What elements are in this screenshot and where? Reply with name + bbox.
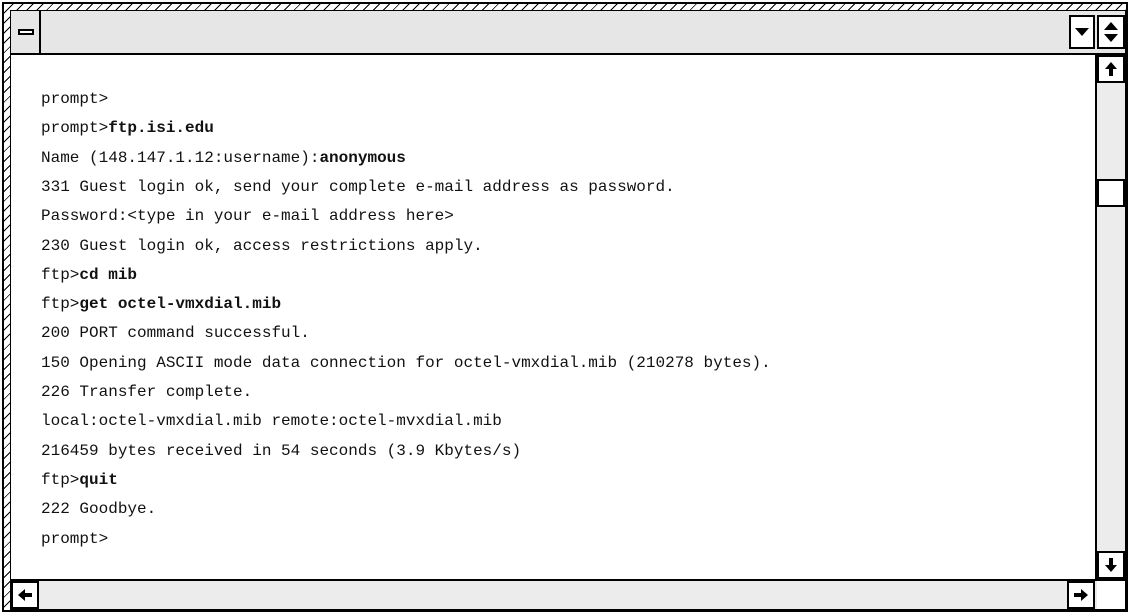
terminal-line: 216459 bytes received in 54 seconds (3.9… (41, 441, 521, 461)
terminal-line: 331 Guest login ok, send your complete e… (41, 177, 675, 197)
terminal-line: 230 Guest login ok, access restrictions … (41, 236, 483, 256)
terminal-line: prompt> (41, 89, 108, 109)
terminal-line: 222 Goodbye. (41, 499, 156, 519)
window-body: prompt> prompt>ftp.isi.edu Name (148.147.1… (10, 10, 1126, 610)
system-menu-button[interactable] (11, 11, 41, 53)
terminal-line: prompt>ftp.isi.edu (41, 118, 214, 138)
line-command-text: cd mib (79, 265, 138, 284)
line-output-text: ftp> (41, 265, 80, 284)
vertical-scroll-thumb[interactable] (1097, 179, 1125, 207)
line-output-text: 200 PORT command successful. (41, 324, 310, 343)
vertical-scrollbar[interactable] (1097, 55, 1125, 579)
minimize-icon (1075, 28, 1089, 36)
line-output-text: 222 Goodbye. (41, 500, 157, 519)
line-output-text: Password:<type in your e-mail address he… (41, 207, 454, 226)
line-command-text: get octel-vmxdial.mib (79, 295, 282, 314)
terminal-line: 226 Transfer complete. (41, 382, 252, 402)
horizontal-scrollbar[interactable] (11, 579, 1097, 609)
terminal-line: prompt> (41, 529, 108, 549)
maximize-icon (1104, 22, 1118, 42)
size-box (1097, 579, 1125, 609)
line-output-text: local:octel-vmxdial.mib remote:octel-mvx… (41, 412, 502, 431)
system-menu-icon (18, 29, 34, 35)
arrow-down-icon (1105, 558, 1117, 572)
terminal-line: Password:<type in your e-mail address he… (41, 206, 454, 226)
line-output-text: prompt> (41, 90, 109, 108)
line-output-text: ftp> (41, 295, 80, 314)
arrow-up-icon (1105, 62, 1117, 76)
line-output-text: 150 Opening ASCII mode data connection f… (41, 353, 771, 372)
terminal-line: ftp>cd mib (41, 265, 137, 285)
line-output-text: Name (148.147.1.12:username): (41, 148, 320, 167)
scroll-left-button[interactable] (11, 581, 39, 609)
scroll-right-button[interactable] (1067, 581, 1095, 609)
line-output-text: 226 Transfer complete. (41, 383, 253, 401)
line-output-text: 230 Guest login ok, access restrictions … (41, 236, 483, 255)
terminal-line: 200 PORT command successful. (41, 323, 310, 343)
line-command-text: anonymous (319, 148, 406, 167)
line-output-text: prompt> (41, 119, 109, 138)
line-output-text: prompt> (41, 529, 109, 548)
scroll-down-button[interactable] (1097, 551, 1125, 579)
terminal-line: Name (148.147.1.12:username):anonymous (41, 148, 406, 168)
terminal-line: ftp>quit (41, 470, 118, 490)
terminal-line: local:octel-vmxdial.mib remote:octel-mvx… (41, 411, 502, 431)
minimize-button[interactable] (1069, 15, 1095, 49)
line-output-text: ftp> (41, 470, 80, 489)
title-bar[interactable] (11, 11, 1125, 55)
line-command-text: ftp.isi.edu (108, 119, 214, 138)
terminal-window: prompt> prompt>ftp.isi.edu Name (148.147.1… (0, 0, 1130, 612)
line-output-text: 331 Guest login ok, send your complete e… (41, 177, 675, 196)
line-output-text: 216459 bytes received in 54 seconds (3.9… (41, 441, 522, 460)
terminal-output[interactable]: prompt> prompt>ftp.isi.edu Name (148.147.1… (11, 55, 1097, 579)
scroll-up-button[interactable] (1097, 55, 1125, 83)
line-command-text: quit (79, 470, 118, 489)
arrow-left-icon (18, 589, 32, 601)
terminal-line: 150 Opening ASCII mode data connection f… (41, 353, 771, 373)
terminal-line: ftp>get octel-vmxdial.mib (41, 294, 281, 314)
arrow-right-icon (1074, 589, 1088, 601)
maximize-button[interactable] (1097, 15, 1125, 49)
